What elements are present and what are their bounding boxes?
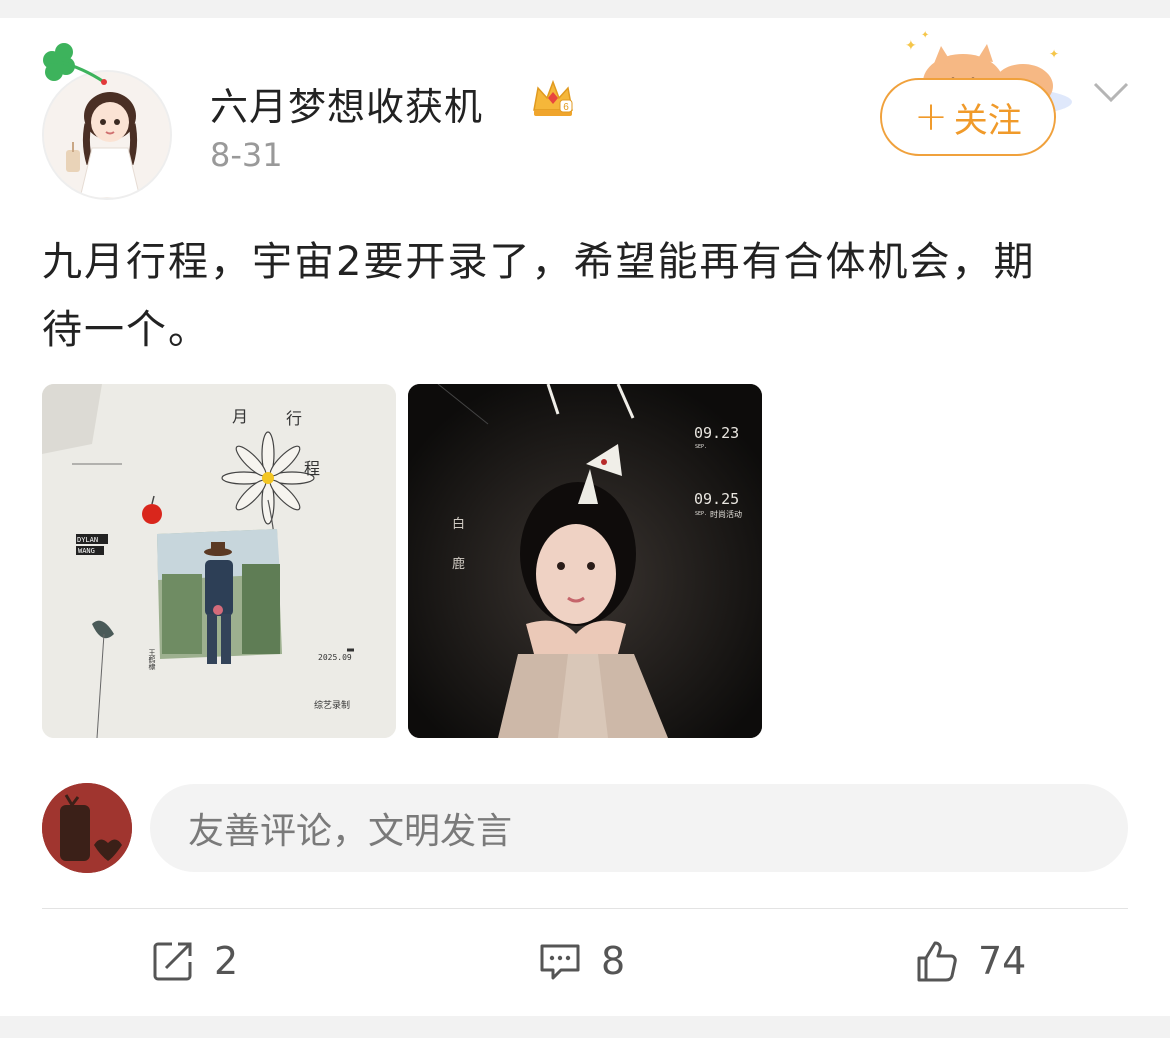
svg-text:✦: ✦ [921, 30, 929, 41]
event-date-2: 09.25 [694, 490, 739, 508]
chevron-down-icon[interactable] [1092, 80, 1130, 104]
poster-name: 王鹤棣 [148, 649, 156, 671]
my-avatar[interactable] [42, 783, 132, 873]
poster-title-3: 程 [304, 459, 320, 478]
divider [42, 908, 1128, 909]
crown-icon: 6 [533, 79, 573, 116]
event-month-2: SEP. [695, 511, 707, 517]
poster-title-2: 行 [286, 409, 302, 428]
svg-text:6: 6 [563, 102, 569, 113]
username[interactable]: 六月梦想收获机 [210, 76, 483, 131]
celebrity-name-1: 白 [452, 516, 465, 532]
poster-date: 2025.09 [318, 653, 352, 662]
svg-text:✦: ✦ [905, 38, 917, 54]
comment-input[interactable]: 友善评论，文明发言 [150, 784, 1128, 872]
like-count: 74 [978, 939, 1027, 983]
brand-label-1: DYLAN [77, 536, 98, 544]
event-date-1: 09.23 [694, 424, 739, 442]
repost-count: 2 [214, 939, 239, 983]
schedule-poster-illustration: DYLAN WANG 月 行 程 王鹤棣 2025.09 综艺录制 [42, 384, 396, 738]
comment-icon [540, 944, 580, 980]
follow-label: 关注 [953, 100, 1022, 141]
comment-count: 8 [601, 939, 626, 983]
like-button[interactable]: 74 [914, 933, 1026, 989]
plus-icon: + [914, 94, 948, 140]
repost-button[interactable]: 2 [150, 933, 238, 989]
clover-decoration-icon [43, 43, 107, 85]
event-type: 时尚活动 [710, 509, 742, 519]
portrait-photo: 09.23 SEP. 09.25 SEP. 时尚活动 白 鹿 [408, 384, 762, 738]
post-content: 九月行程，宇宙2要开录了，希望能再有合体机会，期待一个。 [42, 239, 1036, 353]
follow-button[interactable]: + 关注 [880, 78, 1056, 156]
celebrity-name-2: 鹿 [452, 556, 465, 572]
event-month-1: SEP. [695, 444, 707, 450]
post-date: 8-31 [210, 136, 283, 174]
comment-placeholder: 友善评论，文明发言 [188, 811, 513, 852]
comment-button[interactable]: 8 [537, 933, 625, 989]
post-image-1[interactable]: DYLAN WANG 月 行 程 王鹤棣 2025.09 综艺录制 [42, 384, 396, 738]
weibo-post-card: 六月梦想收获机 6 8-31 ✦ ✦ ✦ + 关注 九月行程，宇宙2要开录了，希… [0, 18, 1170, 1016]
poster-caption: 综艺录制 [314, 699, 350, 711]
poster-title-1: 月 [232, 407, 248, 426]
share-icon [153, 942, 192, 981]
thumbs-up-icon [917, 941, 957, 982]
svg-text:✦: ✦ [1049, 47, 1059, 61]
brand-label-2: WANG [78, 547, 95, 555]
post-image-2[interactable]: 09.23 SEP. 09.25 SEP. 时尚活动 白 鹿 [408, 384, 762, 738]
